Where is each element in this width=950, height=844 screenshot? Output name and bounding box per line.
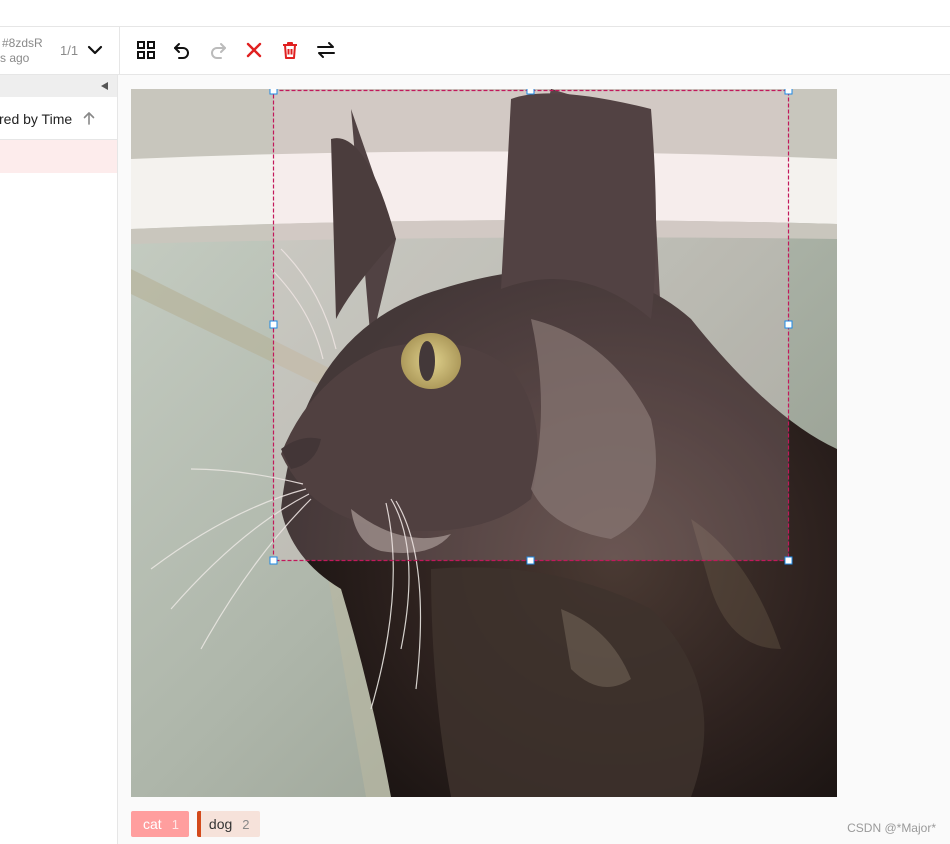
close-icon[interactable] — [243, 39, 265, 61]
annotation-page-counter: 1/1 — [60, 43, 79, 58]
cat-photo[interactable] — [131, 89, 837, 797]
label-hotkey: 1 — [171, 816, 179, 832]
watermark: CSDN @*Major* — [847, 821, 936, 835]
sort-label: red by Time — [0, 111, 73, 127]
annotation-header: #8zdsR s ago 1/1 — [0, 27, 120, 75]
region-list-item[interactable] — [0, 140, 117, 173]
label-chip-dog[interactable]: dog 2 — [196, 811, 260, 837]
sort-control[interactable]: red by Time — [0, 97, 117, 140]
collapse-left-icon[interactable] — [101, 82, 108, 90]
annotation-time: s ago — [0, 51, 30, 65]
redo-icon[interactable] — [207, 39, 229, 61]
labels-bar: cat 1 dog 2 — [131, 811, 260, 837]
label-hotkey: 2 — [242, 816, 250, 832]
swap-icon[interactable] — [315, 39, 337, 61]
label-name: dog — [208, 816, 233, 832]
sidebar-collapse-bar[interactable] — [0, 75, 117, 97]
toolbar — [120, 27, 950, 75]
label-name: cat — [143, 816, 162, 832]
label-chip-cat[interactable]: cat 1 — [131, 811, 189, 837]
trash-icon[interactable] — [279, 39, 301, 61]
top-strip — [0, 0, 950, 27]
grid-icon[interactable] — [135, 39, 157, 61]
undo-icon[interactable] — [171, 39, 193, 61]
sidebar: red by Time — [0, 75, 118, 844]
annotation-id: #8zdsR — [2, 36, 43, 50]
sort-direction-icon[interactable] — [82, 111, 96, 125]
chevron-down-icon[interactable] — [86, 41, 104, 59]
